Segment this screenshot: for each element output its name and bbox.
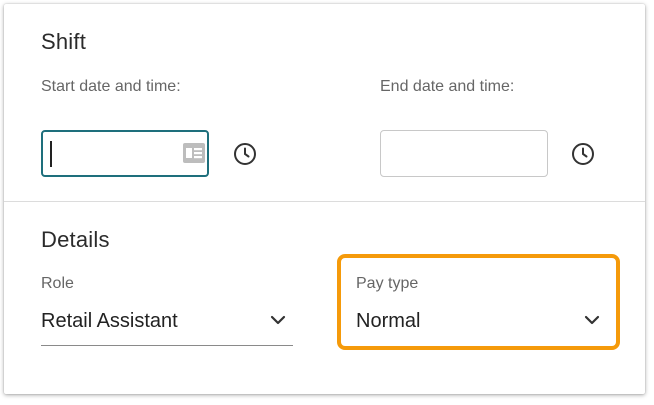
start-date-input[interactable] [41, 130, 209, 177]
end-date-input[interactable] [380, 130, 548, 177]
text-caret [50, 141, 52, 167]
role-label: Role [41, 275, 74, 292]
role-select-underline [41, 345, 293, 346]
section-divider [4, 201, 645, 202]
end-date-label: End date and time: [380, 78, 515, 95]
chevron-down-icon[interactable] [269, 313, 287, 327]
clock-icon [234, 143, 256, 165]
start-time-clock-button[interactable] [230, 139, 260, 169]
calendar-card-icon[interactable] [183, 143, 205, 163]
details-section-title: Details [41, 227, 110, 252]
pay-type-highlight-box [337, 254, 620, 350]
shift-section-title: Shift [41, 29, 87, 54]
role-value: Retail Assistant [41, 310, 178, 332]
end-time-clock-button[interactable] [568, 139, 598, 169]
start-date-label: Start date and time: [41, 78, 181, 95]
clock-icon [572, 143, 594, 165]
